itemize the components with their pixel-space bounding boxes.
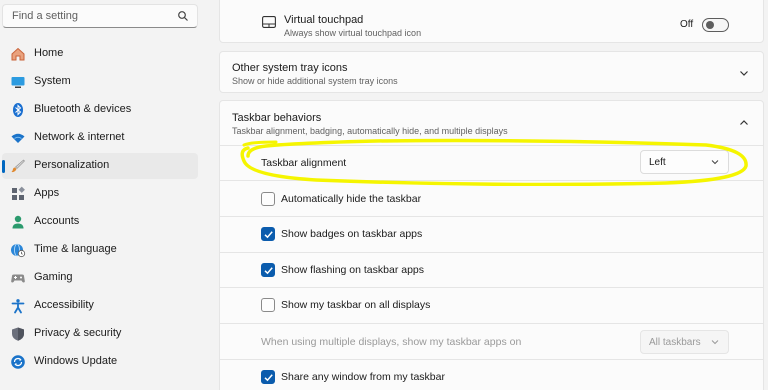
virtual-touchpad-desc: Always show virtual touchpad icon: [284, 28, 422, 38]
virtual-touchpad-title: Virtual touchpad: [284, 14, 364, 26]
share-window-checkbox[interactable]: [261, 370, 275, 384]
taskbar-alignment-label: Taskbar alignment: [261, 157, 347, 169]
tray-icons-title: Other system tray icons: [232, 62, 348, 74]
multi-display-label: When using multiple displays, show my ta…: [261, 336, 522, 348]
sidebar-item-label: Personalization: [34, 159, 110, 171]
brush-icon: [11, 159, 25, 173]
sidebar-item-network[interactable]: Network & internet: [2, 125, 198, 151]
gamepad-icon: [11, 274, 25, 283]
sidebar-item-label: Accessibility: [34, 299, 94, 311]
auto-hide-checkbox[interactable]: [261, 192, 275, 206]
option-label: Automatically hide the taskbar: [281, 193, 422, 205]
sidebar-item-apps[interactable]: Apps: [2, 181, 198, 207]
flashing-checkbox[interactable]: [261, 263, 275, 277]
toggle-state-label: Off: [680, 19, 694, 30]
multi-display-row: When using multiple displays, show my ta…: [219, 324, 764, 360]
sidebar-item-label: Apps: [34, 187, 60, 199]
taskbar-alignment-dropdown[interactable]: Left: [640, 150, 729, 174]
option-label: Show my taskbar on all displays: [281, 299, 431, 311]
home-icon: [11, 47, 25, 61]
sidebar-item-label: Windows Update: [34, 355, 118, 367]
other-tray-icons-row[interactable]: Other system tray icons Show or hide add…: [219, 51, 764, 93]
sidebar: Find a setting Home System Bluetooth & d…: [0, 0, 207, 390]
sidebar-item-label: Home: [34, 47, 64, 59]
share-window-label: Share any window from my taskbar: [281, 371, 445, 383]
taskbar-behaviors-desc: Taskbar alignment, badging, automaticall…: [232, 126, 508, 136]
sidebar-item-label: Privacy & security: [34, 327, 122, 339]
shield-icon: [12, 327, 24, 341]
update-icon: [11, 355, 25, 369]
option-label: Show flashing on taskbar apps: [281, 264, 425, 276]
monitor-icon: [11, 77, 25, 88]
sidebar-item-label: Bluetooth & devices: [34, 103, 132, 115]
person-icon: [12, 215, 24, 229]
sidebar-item-home[interactable]: Home: [2, 41, 198, 67]
sidebar-item-windows-update[interactable]: Windows Update: [2, 349, 198, 375]
check-icon: [264, 231, 273, 239]
tray-icons-desc: Show or hide additional system tray icon…: [232, 76, 398, 86]
sidebar-item-label: Accounts: [34, 215, 80, 227]
sidebar-item-label: Network & internet: [34, 131, 125, 143]
sidebar-item-label: Gaming: [34, 271, 73, 283]
search-input[interactable]: Find a setting: [2, 4, 198, 28]
sidebar-item-privacy-security[interactable]: Privacy & security: [2, 321, 198, 347]
badges-checkbox[interactable]: [261, 227, 275, 241]
option-label: Show badges on taskbar apps: [281, 228, 423, 240]
check-icon: [264, 374, 273, 382]
sidebar-item-gaming[interactable]: Gaming: [2, 265, 198, 291]
apps-icon: [12, 186, 25, 200]
wifi-icon: [11, 133, 25, 143]
chevron-down-icon: [711, 160, 719, 165]
active-indicator: [2, 160, 5, 173]
taskbar-alignment-row: Taskbar alignment Left: [219, 146, 764, 181]
sidebar-item-time-language[interactable]: Time & language: [2, 237, 198, 263]
dropdown-value: Left: [649, 157, 666, 168]
toggle-knob: [706, 21, 714, 29]
accessibility-icon: [11, 299, 25, 314]
sidebar-item-accessibility[interactable]: Accessibility: [2, 293, 198, 319]
option-row-share-window: Share any window from my taskbar: [219, 360, 764, 390]
chevron-up-icon[interactable]: [738, 117, 750, 129]
search-placeholder: Find a setting: [12, 10, 79, 22]
sidebar-item-label: System: [34, 75, 71, 87]
main-content: Virtual touchpad Always show virtual tou…: [219, 0, 764, 390]
sidebar-item-personalization[interactable]: Personalization: [2, 153, 198, 179]
option-row-flashing: Show flashing on taskbar apps: [219, 253, 764, 288]
option-row-badges: Show badges on taskbar apps: [219, 217, 764, 253]
chevron-down-icon[interactable]: [738, 67, 750, 79]
all-displays-checkbox[interactable]: [261, 298, 275, 312]
dropdown-value: All taskbars: [649, 337, 701, 348]
check-icon: [264, 267, 273, 275]
sidebar-item-label: Time & language: [34, 243, 117, 255]
taskbar-behaviors-header[interactable]: Taskbar behaviors Taskbar alignment, bad…: [219, 100, 764, 146]
search-icon: [178, 11, 188, 21]
sidebar-item-accounts[interactable]: Accounts: [2, 209, 198, 235]
bluetooth-icon: [13, 103, 23, 117]
taskbar-behaviors-title: Taskbar behaviors: [232, 112, 322, 124]
multi-display-dropdown[interactable]: All taskbars: [640, 330, 729, 354]
option-row-auto-hide: Automatically hide the taskbar: [219, 181, 764, 217]
touchpad-icon: [262, 16, 276, 28]
sidebar-item-bluetooth[interactable]: Bluetooth & devices: [2, 97, 198, 123]
globe-clock-icon: [11, 243, 26, 258]
virtual-touchpad-toggle[interactable]: [702, 18, 729, 32]
virtual-touchpad-row: Virtual touchpad Always show virtual tou…: [219, 0, 764, 43]
option-row-all-displays: Show my taskbar on all displays: [219, 288, 764, 324]
sidebar-item-system[interactable]: System: [2, 69, 198, 95]
chevron-down-icon: [711, 340, 719, 345]
